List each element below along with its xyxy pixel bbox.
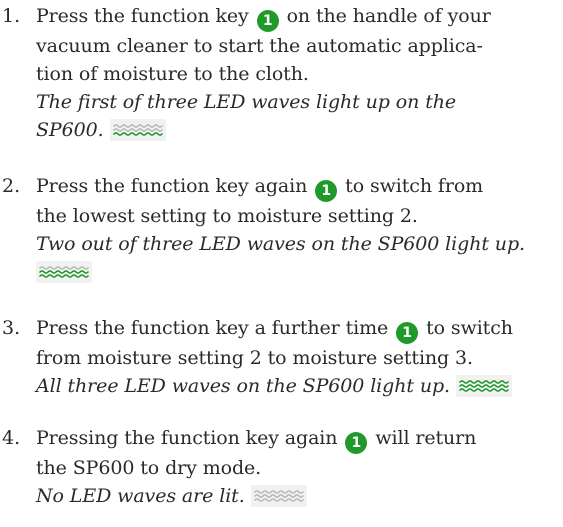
led-wave-lit	[39, 274, 89, 278]
instruction-line: vacuum cleaner to start the automatic ap…	[36, 35, 483, 57]
function-key-badge-icon: 1	[345, 432, 368, 454]
led-wave-lit	[459, 380, 509, 384]
led-waves-icon	[250, 485, 307, 507]
result-note: SP600.	[36, 116, 558, 144]
led-waves-icon	[455, 375, 512, 397]
led-waves-graphic	[39, 266, 89, 278]
step-body: Press the function key a further time 1 …	[36, 314, 558, 400]
step-body: Pressing the function key again 1 will r…	[36, 424, 558, 510]
instruction-text: Press the function key	[36, 5, 249, 27]
result-note: No LED waves are lit.	[36, 482, 558, 510]
instruction-line: Press the function key again 1 to switch…	[36, 172, 558, 202]
led-waves-graphic	[459, 380, 509, 392]
instruction-text: on the handle of your	[286, 5, 491, 27]
step-number: 4.	[2, 427, 21, 449]
step-number: 2.	[2, 175, 21, 197]
result-note: All three LED waves on the SP600 light u…	[36, 372, 558, 400]
led-wave-unlit	[253, 490, 304, 494]
step-number: 1.	[2, 5, 21, 27]
led-wave-unlit	[253, 494, 304, 498]
instruction-line: tion of moisture to the cloth.	[36, 63, 309, 85]
function-key-badge-icon: 1	[256, 10, 279, 32]
led-wave-unlit	[112, 128, 163, 132]
led-wave-lit	[112, 132, 163, 136]
step-body: Press the function key 1 on the handle o…	[36, 2, 558, 144]
result-note-text: All three LED waves on the SP600 light u…	[36, 375, 450, 397]
result-note-text: No LED waves are lit.	[36, 485, 245, 507]
function-key-badge-icon: 1	[396, 322, 419, 344]
instruction-text: to switch	[426, 317, 513, 339]
instruction-line: the lowest setting to moisture setting 2…	[36, 205, 418, 227]
instruction-line: the SP600 to dry mode.	[36, 457, 262, 479]
instruction-text: Press the function key a further time	[36, 317, 389, 339]
instruction-text: Press the function key again	[36, 175, 308, 197]
instruction-text: Pressing the function key again	[36, 427, 338, 449]
result-note: The first of three LED waves light up on…	[36, 91, 457, 113]
instruction-text: to switch from	[345, 175, 484, 197]
led-wave-lit	[459, 388, 509, 392]
led-waves-icon	[36, 261, 92, 283]
instruction-line: Press the function key a further time 1 …	[36, 314, 558, 344]
function-key-badge-icon: 1	[315, 180, 338, 202]
led-waves-graphic	[253, 490, 304, 502]
led-wave-unlit	[112, 124, 163, 128]
instruction-line: from moisture setting 2 to moisture sett…	[36, 347, 473, 369]
step-number: 3.	[2, 317, 21, 339]
result-note-text: SP600.	[36, 119, 104, 141]
step-body: Press the function key again 1 to switch…	[36, 172, 558, 286]
result-note: Two out of three LED waves on the SP600 …	[36, 233, 525, 255]
led-wave-unlit	[39, 266, 89, 270]
instruction-line: Pressing the function key again 1 will r…	[36, 424, 558, 454]
led-wave-unlit	[253, 498, 304, 502]
led-wave-lit	[39, 270, 89, 274]
result-note	[36, 258, 558, 286]
led-waves-icon	[109, 119, 166, 141]
led-wave-lit	[459, 384, 509, 388]
instruction-text: will return	[375, 427, 477, 449]
instruction-line: Press the function key 1 on the handle o…	[36, 2, 558, 32]
led-waves-graphic	[112, 124, 163, 136]
